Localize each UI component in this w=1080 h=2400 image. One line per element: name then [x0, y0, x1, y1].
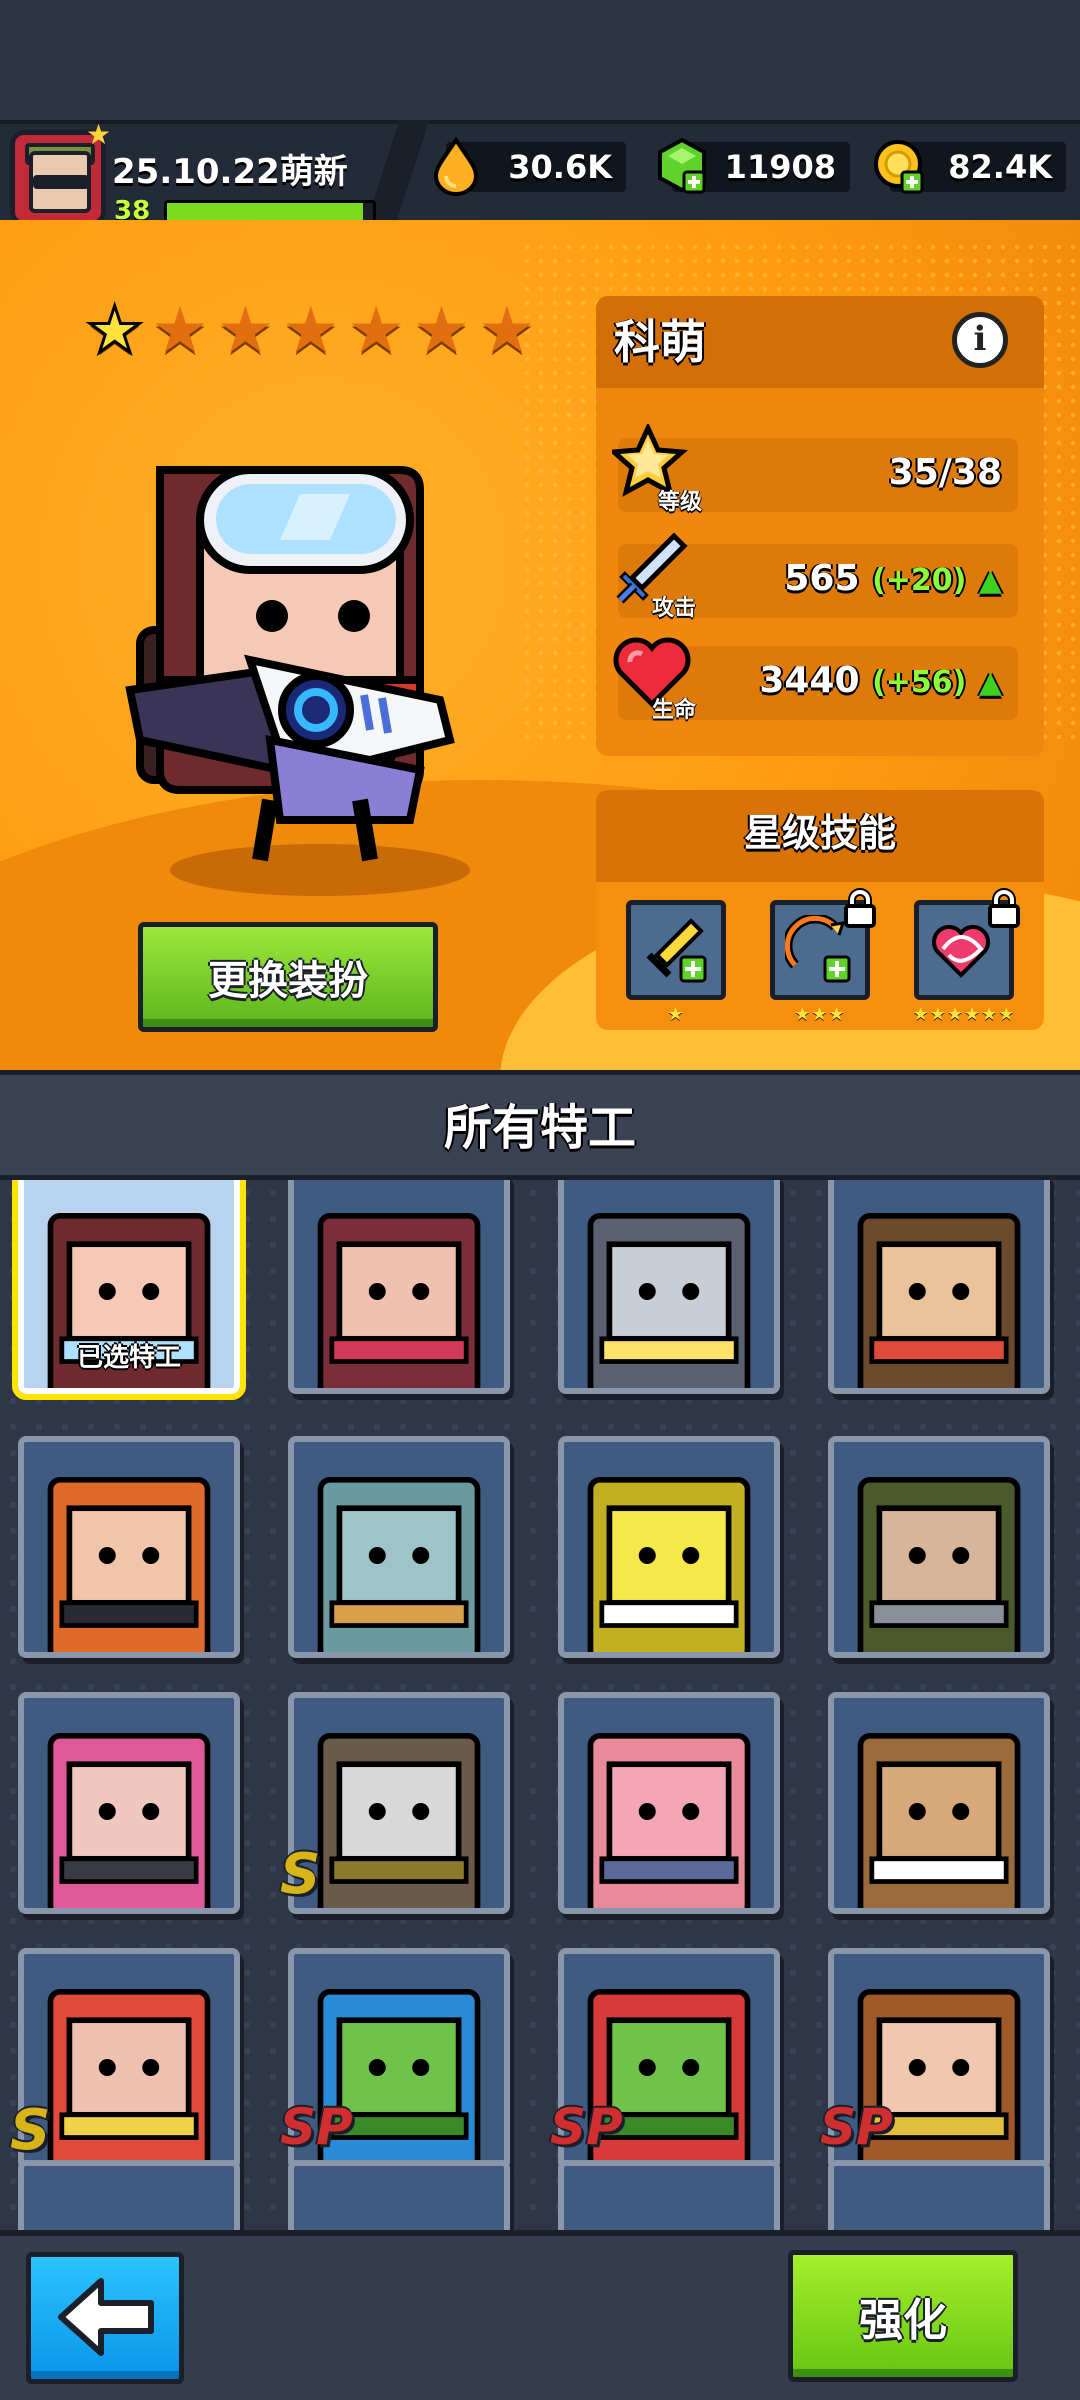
avatar-star-icon: ★ — [86, 118, 112, 151]
back-button[interactable] — [26, 2252, 184, 2384]
agent-card[interactable] — [288, 1692, 510, 1914]
fuel-drop-icon — [433, 136, 479, 196]
agent-card-partial[interactable] — [558, 2160, 780, 2230]
info-icon[interactable]: i — [952, 312, 1008, 368]
hp-bonus: (+56) — [872, 665, 967, 700]
stat-attack-value: 565 (+20) ▲ — [784, 558, 1002, 599]
agent-portrait — [317, 1213, 481, 1388]
rarity-badge-sp: SP — [550, 2098, 623, 2156]
stat-attack-label: 攻击 — [652, 596, 697, 621]
currency-fuel-value: 30.6K — [508, 148, 612, 186]
agent-portrait — [587, 1477, 751, 1652]
currency-gems[interactable]: 11908 — [658, 137, 850, 194]
attack-bonus: (+20) — [872, 563, 967, 598]
star-skill-1[interactable] — [626, 900, 726, 1000]
star-empty-icon: ★ — [412, 294, 471, 368]
stat-hp-label: 生命 — [652, 698, 697, 723]
currency-fuel[interactable]: 30.6K — [433, 136, 626, 196]
agent-card-partial[interactable] — [288, 2160, 510, 2230]
currency-gold-value: 82.4K — [948, 148, 1052, 186]
agent-card[interactable] — [558, 1180, 780, 1394]
agent-card[interactable] — [558, 1692, 780, 1914]
agent-card-partial[interactable] — [828, 2160, 1050, 2230]
star-empty-icon: ★ — [347, 294, 405, 368]
star-empty-icon: ★ — [216, 294, 275, 368]
stat-level-value: 35/38 — [888, 452, 1002, 493]
star-empty-icon: ★ — [151, 294, 209, 368]
attack-number: 565 — [784, 558, 860, 599]
star-skill-2-stars: ★★★ — [794, 1004, 846, 1025]
agent-portrait — [317, 1477, 481, 1652]
agent-card[interactable] — [828, 1692, 1050, 1914]
rarity-badge-s: S — [10, 2098, 51, 2163]
agent-portrait — [47, 1477, 211, 1652]
lock-icon — [844, 888, 876, 928]
agent-card[interactable] — [18, 1948, 240, 2170]
change-skin-button[interactable]: 更换装扮 — [138, 922, 438, 1032]
stat-level: 等级 35/38 — [612, 424, 1018, 515]
agent-card[interactable] — [288, 1436, 510, 1658]
stat-hp: 生命 3440 (+56) ▲ — [613, 637, 1018, 723]
agent-grid[interactable]: 已选特工 S S SP SP SP — [0, 1180, 1080, 2230]
selected-agent-label: 已选特工 — [76, 1343, 181, 1373]
star-empty-icon: ★ — [282, 294, 340, 368]
agent-portrait — [587, 1213, 751, 1388]
gold-coin-icon — [874, 140, 924, 194]
player-name: 25.10.22萌新 — [112, 152, 348, 192]
agent-card[interactable] — [18, 1436, 240, 1658]
green-gem-icon — [658, 137, 706, 194]
lock-icon — [988, 888, 1020, 928]
star-empty-icon: ★ — [478, 294, 536, 368]
rarity-badge-sp: SP — [280, 2098, 353, 2156]
hero-name: 科萌 — [614, 315, 706, 369]
rarity-badge-s: S — [280, 1842, 321, 1907]
rarity-badge-sp: SP — [820, 2098, 893, 2156]
star-skills-title: 星级技能 — [743, 811, 896, 855]
up-arrow-icon: ▲ — [978, 563, 1002, 598]
agent-portrait — [317, 1733, 481, 1908]
agent-portrait — [47, 1733, 211, 1908]
agent-card[interactable] — [558, 1436, 780, 1658]
agent-portrait — [857, 1213, 1021, 1388]
hero-character-portrait — [125, 466, 470, 896]
agent-card[interactable] — [18, 1692, 240, 1914]
back-arrow-icon — [58, 2278, 154, 2356]
stat-attack: 攻击 565 (+20) ▲ — [616, 532, 1018, 621]
agent-card[interactable] — [828, 1436, 1050, 1658]
agent-portrait — [857, 1733, 1021, 1908]
agent-portrait — [587, 1733, 751, 1908]
agent-card-partial[interactable] — [18, 2160, 240, 2230]
stat-level-label: 等级 — [658, 490, 703, 515]
currency-gems-value: 11908 — [724, 148, 836, 186]
agents-title: 所有特工 — [443, 1100, 636, 1156]
star-filled-icon: ★ — [84, 294, 144, 368]
agent-portrait — [857, 1477, 1021, 1652]
hero-star-rating: ★ ★ ★ ★ ★ ★ ★ — [84, 294, 536, 368]
agent-card[interactable]: 已选特工 — [12, 1180, 246, 1400]
star-skill-3-stars: ★★★★★★ — [912, 1004, 1016, 1025]
agent-portrait — [47, 1989, 211, 2164]
star-skill-1-stars: ★ — [667, 1004, 685, 1025]
enhance-button[interactable]: 强化 — [788, 2250, 1018, 2382]
up-arrow-icon: ▲ — [978, 665, 1002, 700]
agent-card[interactable] — [288, 1180, 510, 1394]
status-bar-area — [0, 0, 1080, 120]
currency-gold[interactable]: 82.4K — [874, 140, 1066, 194]
agent-card[interactable] — [828, 1180, 1050, 1394]
sword-plus-icon — [646, 918, 707, 983]
hp-number: 3440 — [759, 660, 860, 701]
stat-hp-value: 3440 (+56) ▲ — [759, 660, 1002, 701]
avatar-glasses — [33, 175, 89, 189]
